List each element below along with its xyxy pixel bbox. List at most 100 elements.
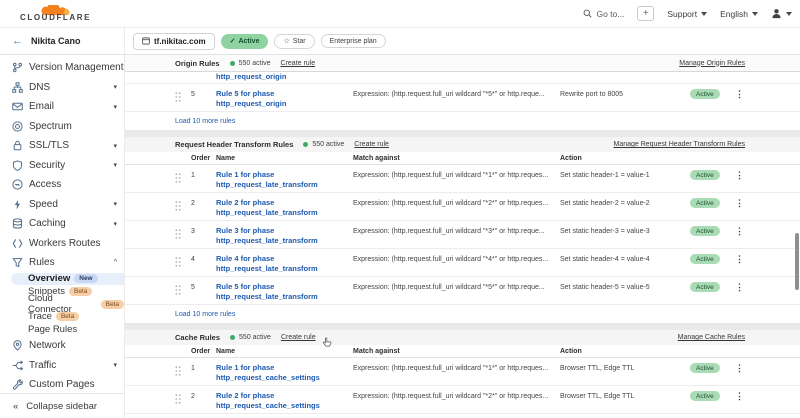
scrollbar-thumb[interactable]: [795, 233, 799, 290]
rule-name-link[interactable]: Rule 5 for phasehttp_request_late_transf…: [216, 277, 353, 302]
table-column-headers: OrderNameMatch againstAction: [125, 345, 800, 358]
sidebar-item-speed[interactable]: Speed▾: [0, 195, 124, 215]
sidebar-item-network[interactable]: Network: [0, 336, 124, 356]
kebab-menu-icon[interactable]: ⋮: [735, 414, 750, 418]
section-gap: [125, 130, 800, 137]
manage-rules-link[interactable]: Manage Request Header Transform Rules: [613, 141, 745, 148]
sidebar-item-traffic[interactable]: Traffic▾: [0, 355, 124, 375]
manage-rules-link[interactable]: Manage Origin Rules: [679, 60, 745, 67]
language-menu[interactable]: English: [720, 9, 758, 19]
section-cache-rules: Cache Rules550 activeCreate ruleManage C…: [125, 330, 800, 418]
sidebar-item-ssl-tls[interactable]: SSL/TLS▾: [0, 136, 124, 156]
goto-search[interactable]: Go to...: [583, 9, 624, 19]
section-title: Cache Rules: [175, 333, 220, 342]
drag-handle-icon[interactable]: [175, 386, 191, 404]
domain-selector[interactable]: tf.nikitac.com: [133, 33, 215, 50]
drag-handle-icon[interactable]: [175, 249, 191, 267]
kebab-menu-icon[interactable]: ⋮: [735, 386, 750, 402]
domain-name: tf.nikitac.com: [154, 37, 206, 46]
sidebar-subitem-page-rules[interactable]: Page Rules: [0, 323, 124, 336]
user-menu[interactable]: [771, 8, 792, 19]
load-more-link[interactable]: Load 10 more rules: [175, 311, 235, 318]
rule-name-link[interactable]: Rule 1 for phasehttp_request_late_transf…: [216, 165, 353, 190]
cloudflare-logo[interactable]: CLOUDFLARE: [20, 5, 91, 22]
support-menu[interactable]: Support: [667, 9, 707, 19]
rule-name-link[interactable]: Rule 4 for phasehttp_request_late_transf…: [216, 249, 353, 274]
beta-badge: Beta: [101, 300, 124, 309]
chevron-down-icon: ▾: [113, 200, 117, 208]
create-rule-link[interactable]: Create rule: [281, 60, 316, 67]
rule-order: 2: [191, 193, 216, 207]
sidebar-item-access[interactable]: Access: [0, 175, 124, 195]
manage-rules-link[interactable]: Manage Cache Rules: [678, 334, 745, 341]
kebab-menu-icon[interactable]: ⋮: [735, 165, 750, 181]
sidebar-item-rules[interactable]: Rules^: [0, 253, 124, 273]
kebab-menu-icon[interactable]: ⋮: [735, 249, 750, 265]
section-origin-rules: Origin Rules550 activeCreate ruleManage …: [125, 55, 800, 130]
sidebar-subitem-overview[interactable]: OverviewNew: [11, 273, 124, 286]
active-badge: Active: [690, 198, 720, 208]
active-count: 550 active: [239, 60, 271, 67]
rule-expression: Expression: (http.request.full_uri wildc…: [353, 414, 560, 418]
sidebar-item-dns[interactable]: DNS▾: [0, 78, 124, 98]
active-badge: Active: [690, 282, 720, 292]
rule-name-link[interactable]: Rule 1 for phasehttp_request_cache_setti…: [216, 358, 353, 383]
load-more-row: Load 10 more rules: [125, 112, 800, 130]
brand-text: CLOUDFLARE: [20, 14, 91, 22]
collapse-sidebar-button[interactable]: « Collapse sidebar: [0, 393, 124, 418]
rule-name-link[interactable]: Rule 3 for phasehttp_request_cache_setti…: [216, 414, 353, 418]
sidebar-item-security[interactable]: Security▾: [0, 156, 124, 176]
table-row: 5Rule 5 for phasehttp_request_originExpr…: [125, 84, 800, 112]
check-icon: ✓: [230, 37, 236, 45]
lock-icon: [12, 140, 23, 151]
kebab-menu-icon[interactable]: ⋮: [735, 221, 750, 237]
star-icon: ☆: [283, 37, 289, 45]
traffic-icon: [12, 360, 23, 371]
kebab-menu-icon[interactable]: ⋮: [735, 277, 750, 293]
drag-handle-icon[interactable]: [175, 277, 191, 295]
create-rule-link[interactable]: Create rule: [354, 141, 389, 148]
sidebar-item-custom-pages[interactable]: Custom Pages: [0, 375, 124, 395]
active-badge: Active: [690, 170, 720, 180]
active-badge: Active: [690, 226, 720, 236]
sidebar-subitem-cloud-connector[interactable]: Cloud ConnectorBeta: [0, 298, 124, 311]
drag-handle-icon[interactable]: [175, 414, 191, 418]
load-more-link[interactable]: Load 10 more rules: [175, 118, 235, 125]
chevron-down-icon: ▾: [113, 83, 117, 91]
section-gap: [125, 323, 800, 330]
git-branch-icon: [12, 62, 23, 73]
table-row: 4Rule 4 for phasehttp_request_late_trans…: [125, 249, 800, 277]
sidebar-item-caching[interactable]: Caching▾: [0, 214, 124, 234]
sidebar-item-email[interactable]: Email▾: [0, 97, 124, 117]
rule-name-link[interactable]: http_request_origin: [216, 72, 353, 84]
sidebar-item-spectrum[interactable]: Spectrum: [0, 117, 124, 137]
create-rule-link[interactable]: Create rule: [281, 334, 316, 341]
rule-name-link[interactable]: Rule 2 for phasehttp_request_cache_setti…: [216, 386, 353, 411]
drag-handle-icon[interactable]: [175, 193, 191, 211]
rule-action: Set static header-5 = value-5: [560, 277, 690, 291]
rule-name-link[interactable]: Rule 3 for phasehttp_request_late_transf…: [216, 221, 353, 246]
add-site-button[interactable]: +: [637, 6, 654, 21]
rule-order: 4: [191, 249, 216, 263]
status-dot-icon: [303, 142, 308, 147]
kebab-menu-icon[interactable]: ⋮: [735, 358, 750, 374]
sidebar-subitem-trace[interactable]: TraceBeta: [0, 311, 124, 324]
rule-expression: Expression: (http.request.full_uri wildc…: [353, 386, 560, 400]
sidebar-item-version-management[interactable]: Version Management: [0, 58, 124, 78]
drag-handle-icon[interactable]: [175, 84, 191, 102]
drag-handle-icon[interactable]: [175, 221, 191, 239]
kebab-menu-icon[interactable]: ⋮: [735, 84, 750, 100]
sidebar-item-workers-routes[interactable]: Workers Routes: [0, 234, 124, 254]
star-button[interactable]: ☆ Star: [274, 34, 314, 49]
rule-name-link[interactable]: Rule 2 for phasehttp_request_late_transf…: [216, 193, 353, 218]
drag-handle-icon[interactable]: [175, 358, 191, 376]
back-arrow-icon[interactable]: ←: [12, 35, 23, 47]
load-more-row: Load 10 more rules: [125, 305, 800, 323]
caching-icon: [12, 218, 23, 229]
drag-handle-icon[interactable]: [175, 165, 191, 183]
kebab-menu-icon[interactable]: ⋮: [735, 193, 750, 209]
rule-expression: Expression: (http.request.full_uri wildc…: [353, 358, 560, 372]
collapse-icon: «: [13, 401, 18, 412]
rule-name-link[interactable]: Rule 5 for phasehttp_request_origin: [216, 84, 353, 109]
chevron-down-icon: ▾: [113, 142, 117, 150]
